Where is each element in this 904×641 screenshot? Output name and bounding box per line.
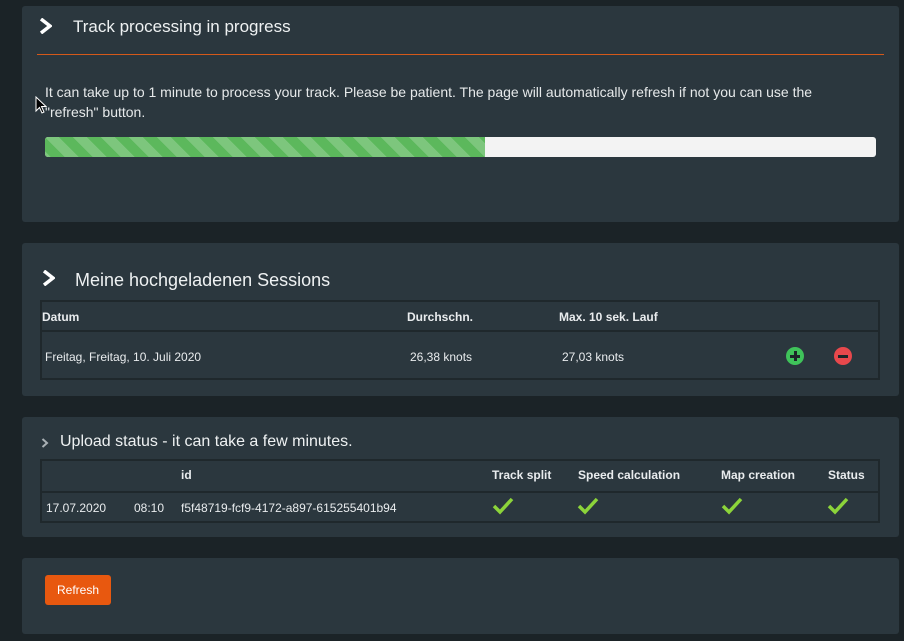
mouse-cursor-icon [35, 95, 48, 119]
chevron-right-icon [39, 18, 52, 34]
session-max10: 27,03 knots [562, 350, 625, 364]
check-icon [721, 497, 743, 515]
refresh-button[interactable]: Refresh [45, 575, 111, 605]
upload-time: 08:10 [134, 501, 165, 515]
column-header-max10: Max. 10 sek. Lauf [559, 310, 658, 324]
column-header-date: Datum [42, 310, 80, 324]
title-divider [37, 54, 884, 55]
check-icon [577, 497, 599, 515]
progress-bar [45, 137, 876, 157]
delete-session-button[interactable] [834, 347, 852, 365]
refresh-panel: Refresh [22, 558, 899, 634]
column-header-id: id [181, 468, 192, 482]
upload-title: Upload status - it can take a few minute… [60, 433, 353, 450]
processing-title: Track processing in progress [73, 17, 291, 36]
check-icon [827, 497, 849, 515]
check-icon [492, 497, 514, 515]
upload-status-panel: Upload status - it can take a few minute… [22, 417, 899, 537]
sessions-table: Datum Durchschn. Max. 10 sek. Lauf Freit… [40, 300, 880, 380]
sessions-title: Meine hochgeladenen Sessions [75, 270, 331, 290]
minus-icon [838, 354, 848, 358]
upload-date: 17.07.2020 [46, 501, 107, 515]
table-row: Freitag, Freitag, 10. Juli 2020 26,38 kn… [42, 332, 878, 380]
upload-table: id Track split Speed calculation Map cre… [40, 459, 880, 523]
processing-message: It can take up to 1 minute to process yo… [45, 84, 813, 120]
processing-panel: Track processing in progress It can take… [22, 6, 899, 222]
upload-id: f5f48719-fcf9-4172-a897-615255401b94 [181, 501, 397, 515]
column-header-average: Durchschn. [407, 310, 474, 324]
plus-icon-stroke [793, 351, 797, 361]
sessions-panel: Meine hochgeladenen Sessions Datum Durch… [22, 243, 899, 396]
session-average: 26,38 knots [410, 350, 473, 364]
table-header-row: id Track split Speed calculation Map cre… [42, 461, 878, 493]
session-date: Freitag, Freitag, 10. Juli 2020 [45, 350, 202, 364]
progress-bar-fill [45, 137, 486, 157]
column-header-map-creation: Map creation [721, 468, 796, 482]
add-session-button[interactable] [786, 347, 804, 365]
chevron-right-icon [41, 438, 49, 448]
table-row: 17.07.2020 08:10 f5f48719-fcf9-4172-a897… [42, 493, 878, 523]
column-header-track-split: Track split [492, 468, 552, 482]
column-header-status: Status [828, 468, 865, 482]
table-header-row: Datum Durchschn. Max. 10 sek. Lauf [42, 302, 878, 332]
chevron-right-icon [42, 270, 55, 286]
column-header-speed-calculation: Speed calculation [578, 468, 681, 482]
